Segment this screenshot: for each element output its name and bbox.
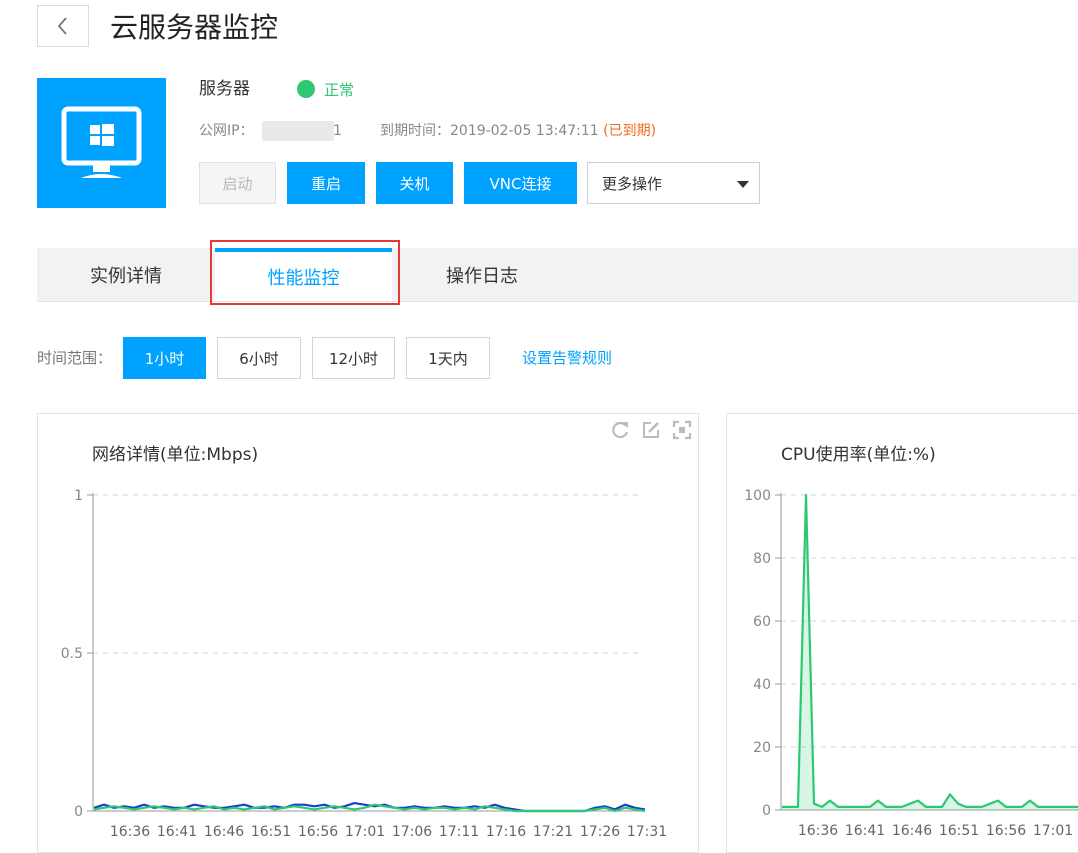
network-x-tick-label: 16:36 (110, 824, 150, 840)
cpu-y-tick-label: 80 (753, 551, 771, 567)
expire-time: 到期时间：2019-02-05 13:47:11 (已到期) (380, 122, 656, 140)
network-x-tick-label: 17:21 (533, 824, 573, 840)
expire-time-text: 到期时间：2019-02-05 13:47:11 (380, 123, 604, 139)
network-x-tick-label: 16:46 (204, 824, 244, 840)
network-x-tick-label: 17:31 (627, 824, 667, 840)
public-ip-masked (262, 121, 334, 141)
cpu-chart: 0 20 40 60 80 100 16:36 16:41 16:46 16:51 16:56 17:… (744, 488, 1078, 839)
more-actions-label: 更多操作 (602, 174, 663, 193)
vnc-button[interactable]: VNC连接 (464, 162, 577, 204)
cpu-series-area (782, 495, 1078, 810)
public-ip-label: 公网IP： (199, 123, 254, 139)
cpu-x-tick-label: 16:51 (939, 823, 979, 839)
start-button[interactable]: 启动 (199, 162, 276, 204)
page-title: 云服务器监控 (110, 11, 279, 44)
refresh-icon[interactable] (610, 420, 630, 440)
tab-operation-log[interactable]: 操作日志 (392, 248, 572, 301)
tab-instance-details[interactable]: 实例详情 (37, 248, 215, 301)
server-name: 服务器 (199, 79, 250, 99)
fullscreen-icon[interactable] (672, 420, 692, 440)
more-actions-select[interactable]: 更多操作 (587, 162, 760, 204)
range-6h-button[interactable]: 6小时 (217, 337, 301, 379)
cpu-y-tick-label: 0 (762, 803, 771, 819)
cpu-x-tick-label: 16:46 (892, 823, 932, 839)
edit-icon[interactable] (641, 420, 661, 440)
back-button[interactable] (37, 5, 89, 47)
network-x-tick-label: 17:06 (392, 824, 432, 840)
cpu-y-tick-label: 60 (753, 614, 771, 630)
network-x-tick-label: 16:41 (157, 824, 197, 840)
cpu-x-tick-label: 17:01 (1033, 823, 1073, 839)
network-x-tick-label: 17:01 (345, 824, 385, 840)
caret-down-icon (737, 181, 749, 188)
server-os-icon (37, 78, 166, 208)
network-y-tick-label: 0.5 (61, 646, 83, 662)
cpu-x-tick-label: 16:56 (986, 823, 1026, 839)
network-x-tick-label: 16:51 (251, 824, 291, 840)
cpu-y-tick-label: 100 (744, 488, 771, 504)
network-x-tick-label: 17:26 (580, 824, 620, 840)
cpu-x-tick-label: 16:41 (845, 823, 885, 839)
network-chart: 0 0.5 1 16:36 16:41 16:46 16:51 16:56 17:01 17:06… (61, 488, 667, 840)
network-x-tick-label: 17:11 (439, 824, 479, 840)
cpu-y-tick-label: 20 (753, 740, 771, 756)
cpu-chart-title: CPU使用率(单位:%) (781, 445, 936, 465)
network-y-tick-label: 1 (74, 488, 83, 504)
monitor-windows-icon (61, 106, 142, 178)
cpu-series-line (782, 493, 1078, 808)
expired-badge: (已到期) (603, 123, 657, 139)
status-text: 正常 (324, 81, 355, 99)
network-x-tick-label: 16:56 (298, 824, 338, 840)
range-1h-button[interactable]: 1小时 (123, 337, 206, 379)
range-12h-button[interactable]: 12小时 (312, 337, 395, 379)
highlight-box (210, 240, 400, 305)
cpu-y-tick-label: 40 (753, 677, 771, 693)
time-range-label: 时间范围： (37, 349, 113, 367)
shutdown-button[interactable]: 关机 (376, 162, 453, 204)
restart-button[interactable]: 重启 (287, 162, 365, 204)
network-x-tick-label: 17:16 (486, 824, 526, 840)
public-ip-value: 1 (333, 123, 342, 139)
network-chart-title: 网络详情(单位:Mbps) (92, 445, 259, 465)
range-1d-button[interactable]: 1天内 (406, 337, 490, 379)
cpu-x-tick-label: 16:36 (798, 823, 838, 839)
chevron-left-icon (57, 17, 67, 35)
network-y-tick-label: 0 (74, 804, 83, 820)
alarm-rules-link[interactable]: 设置告警规则 (522, 348, 612, 368)
status-indicator (297, 80, 315, 98)
